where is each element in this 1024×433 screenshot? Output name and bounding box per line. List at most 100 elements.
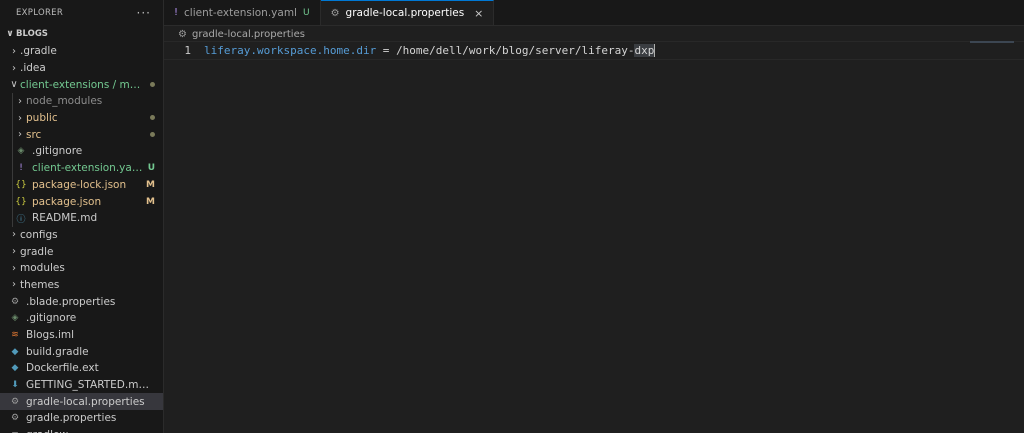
status-badge: M [146,196,155,207]
tree-item[interactable]: › themes [0,277,163,294]
breadcrumb[interactable]: ⚙ gradle-local.properties [164,26,1024,42]
tree-item[interactable]: ◆ build.gradle [0,343,163,360]
tree-item-label: .blade.properties [26,295,116,308]
modified-dot-icon [150,115,155,121]
breadcrumb-file[interactable]: gradle-local.properties [192,29,305,40]
tree-item-label: modules [20,262,65,275]
chevron-right-icon: › [18,129,22,141]
status-badge [150,80,155,90]
tree-item[interactable]: › gradle [0,243,163,260]
chevron-right-icon: › [18,112,22,124]
status-badge: U [147,163,155,174]
tree-item-label: configs [20,228,58,241]
git-icon: ◈ [11,313,19,324]
minimap[interactable] [970,41,1014,43]
modified-dot-icon [150,81,155,87]
tree-item-label: build.gradle [26,345,89,358]
tree-item[interactable]: ⓘ README.md [0,209,163,227]
status-badge [150,113,155,123]
tree-item[interactable]: ◈ .gitignore [0,310,163,327]
gear-icon: ⚙ [330,7,340,19]
tree-item[interactable]: › .idea [0,60,163,77]
tree-item-label: gradle.properties [26,412,117,425]
file-tree: › .gradle › .idea ∨ client-extensions / my-r.… [0,43,163,433]
tree-item[interactable]: › modules [0,260,163,277]
close-icon[interactable]: × [474,7,483,20]
tree-item[interactable]: ∨ client-extensions / my-r... [0,76,163,93]
tree-item-label: gradle-local.properties [26,395,145,408]
tree-item[interactable]: ≡gradlew [0,427,163,433]
tree-item[interactable]: › public [0,109,163,127]
tree-item-label: .gitignore [26,312,77,325]
yaml-icon: ! [174,7,179,18]
tab-label: client-extension.yaml [184,6,297,19]
gear-icon: ⚙ [178,28,187,40]
tree-item-label: README.md [32,212,98,225]
tree-item-label: package.json [32,195,102,208]
status-badge: M [146,179,155,190]
json-icon: {} [15,196,27,207]
tree-item-label: public [26,112,58,125]
property-value: /home/dell/work/blog/server/liferay- [396,44,635,57]
selected-text: dxp [634,44,655,57]
tree-item[interactable]: ⚙ gradle-local.properties [0,393,163,411]
yaml-icon: ! [19,163,23,174]
tree-item-label: Dockerfile.ext [26,362,99,375]
tree-item[interactable]: › node_modules [0,93,163,110]
tab-client-extension-yaml[interactable]: ! client-extension.yaml U [164,0,321,25]
explorer-sidebar: EXPLORER ··· ∨ BLOGS › .gradle › .idea ∨ clie… [0,0,164,433]
tab-gradle-local-properties[interactable]: ⚙ gradle-local.properties × [320,0,495,25]
tree-item-label: gradle [20,245,54,258]
code-line[interactable]: 1 liferay.workspace.home.dir = /home/del… [164,41,1024,60]
json-icon: {} [15,179,27,190]
tree-item-label: gradlew [26,429,155,433]
tree-item[interactable]: ⬇ GETTING_STARTED.markdown [0,377,163,394]
indent-guide [12,93,13,110]
tree-item-label: .gradle [20,45,57,58]
editor-area: ! client-extension.yaml U ⚙ gradle-local… [164,0,1024,433]
chevron-down-icon: ∨ [10,79,18,91]
tree-item-label: node_modules [26,95,103,108]
tree-item[interactable]: ◈ .gitignore [0,143,163,160]
gear-icon: ⚙ [10,296,20,307]
tree-item-label: .idea [20,62,46,75]
status-badge [150,130,155,140]
tab-status-badge: U [302,7,310,18]
chevron-right-icon: › [12,62,16,74]
workspace-section-header[interactable]: ∨ BLOGS [0,25,163,43]
gear-icon: ⚙ [10,413,20,424]
tree-item[interactable]: ! client-extension.yaml U [0,159,163,177]
info-icon: ⓘ [16,214,26,225]
indent-guide [12,126,13,144]
tree-item[interactable]: ◆ Dockerfile.ext [0,360,163,377]
modified-dot-icon [150,131,155,137]
indent-guide [12,193,13,210]
chevron-right-icon: › [18,95,22,107]
tree-item-label: themes [20,278,60,291]
tab-bar: ! client-extension.yaml U ⚙ gradle-local… [164,0,1024,26]
chevron-right-icon: › [12,246,16,258]
more-actions-icon[interactable]: ··· [137,6,151,20]
tree-item-label: Blogs.iml [26,329,75,342]
tab-label: gradle-local.properties [345,7,465,19]
tree-item[interactable]: › .gradle [0,43,163,60]
indent-guide [12,209,13,227]
gradle-icon: ◆ [11,346,19,357]
explorer-title: EXPLORER [16,7,64,18]
tree-item[interactable]: › configs [0,227,163,244]
git-icon: ◈ [17,146,25,157]
tree-item[interactable]: ≋ Blogs.iml [0,327,163,344]
tree-item[interactable]: {} package.json M [0,193,163,210]
tree-item-label: client-extensions / my-r... [20,78,146,91]
indent-guide [12,176,13,194]
docker-icon: ◆ [11,363,19,374]
tree-item[interactable]: ⚙ .blade.properties [0,293,163,310]
tree-item-label: client-extension.yaml [32,162,144,175]
property-key: liferay.workspace.home.dir [204,44,377,57]
chevron-right-icon: › [12,279,16,291]
tree-item-label: package-lock.json [32,178,127,191]
tree-item[interactable]: › src [0,126,163,144]
tree-item[interactable]: ⚙ gradle.properties [0,410,163,427]
tree-item[interactable]: {} package-lock.json M [0,176,163,194]
gear-icon: ⚙ [10,396,20,407]
